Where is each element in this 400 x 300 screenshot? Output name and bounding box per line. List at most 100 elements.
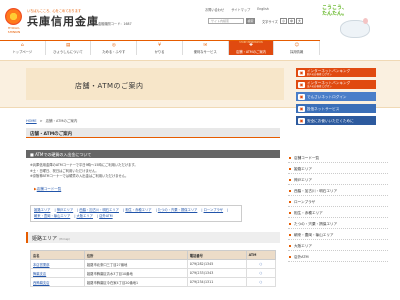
fund-icon: ▣ — [298, 105, 305, 112]
densai-icon: ▣ — [298, 93, 305, 100]
promo-label: 安全にお使いいただくために — [307, 118, 354, 123]
sidebar-item[interactable]: ローンプラザ — [288, 196, 388, 207]
promo-button-1[interactable]: ▣ インターネットバンキング 法人のお客様 ログオン — [296, 80, 376, 89]
branch-name[interactable]: 西飾磨支店 — [30, 277, 85, 287]
branch-table: 店名 住所 電話番号 ATM 本店営業部 姫路市北条口三丁目27番地 079(282… — [30, 250, 277, 287]
font-size-small-button[interactable]: 小 — [280, 18, 287, 24]
area-link[interactable]: 相生・赤穂エリア — [125, 208, 151, 212]
nav-item-0[interactable]: ⌂ トップページ — [0, 41, 46, 55]
bank-logo-icon[interactable] — [5, 8, 22, 25]
sidebar-item[interactable]: 姫路エリア — [288, 163, 388, 174]
ib-icon: ▣ — [298, 69, 305, 76]
breadcrumb-current: 店舗・ATMのご案内 — [45, 119, 78, 123]
main-nav: ⌂ トップページ ▤ ひょうしんについて ◎ ためる・ふやす ¥ かりる ✉ 便利なサービス STO… — [0, 40, 321, 55]
breadcrumb-separator: > — [39, 119, 43, 123]
sidebar-item[interactable]: 店外ATM — [288, 251, 388, 262]
service-icon: ✉ — [203, 43, 208, 48]
util-link-english[interactable]: English — [257, 7, 269, 12]
branch-atm[interactable]: ○ — [245, 277, 277, 287]
branch-phone: 079(234)1311 — [186, 277, 247, 287]
nav-item-label: ひょうしんについて — [53, 50, 83, 54]
area-link[interactable]: 朝来・豊岡・篠山エリア — [34, 214, 70, 218]
area-link[interactable]: 西脇・加古川・明石エリア — [79, 208, 119, 212]
area-link[interactable]: たつの・宍粟・揖保エリア — [158, 208, 198, 212]
nav-item-label: ためる・ふやす — [102, 50, 126, 54]
table-row: 西飾磨支店 姫路市飾磨区今在家4丁目20番地1 079(234)1311 ○ — [30, 277, 277, 287]
mascot-speech: こうこう、 たんたん。 — [322, 5, 348, 17]
sidebar-item[interactable]: 神戸エリア — [288, 174, 388, 185]
sidebar-item[interactable]: 西脇・加古川・明石エリア — [288, 185, 388, 196]
search-input[interactable]: サイト内検索 — [208, 18, 244, 24]
branch-name[interactable]: 飾磨支店 — [30, 268, 85, 278]
nav-item-5[interactable]: STORE INFORMATION ✚ 店舗・ATMのご案内 — [228, 41, 275, 55]
area-link[interactable]: 姫路エリア — [34, 208, 50, 212]
utility-links: お問い合わせ サイトマップ English — [205, 7, 269, 12]
ib-corp-icon: ▣ — [298, 81, 305, 88]
bank-name[interactable]: 兵庫信用金庫 — [27, 13, 99, 29]
map-icon: ✚ — [249, 43, 253, 48]
branch-address: 姫路市飾磨区今在家4丁目20番地1 — [83, 277, 188, 287]
promo-button-4[interactable]: ▣ 安全にお使いいただくために — [296, 116, 376, 125]
util-link-sitemap[interactable]: サイトマップ — [231, 7, 250, 12]
sidebar-item[interactable]: 相生・赤穂エリア — [288, 207, 388, 218]
column-header-name: 店名 — [30, 250, 85, 260]
util-link-contact[interactable]: お問い合わせ — [205, 7, 224, 12]
sidebar-item[interactable]: 大阪エリア — [288, 240, 388, 251]
building-icon: ▤ — [65, 43, 71, 48]
branch-phone: 079(233)1343 — [186, 268, 247, 278]
sidebar-area-list: 店舗コード一覧 姫路エリア 神戸エリア 西脇・加古川・明石エリア ローンプラザ 相生・赤穂… — [288, 152, 388, 262]
promo-label: 投信ネットサービス — [307, 106, 340, 111]
area-link-list: 姫路エリア | 神戸エリア | 西脇・加古川・明石エリア | 相生・赤穂エリア … — [30, 205, 242, 222]
banner-title: 店舗・ATMのご案内 — [75, 82, 144, 90]
branch-atm[interactable]: ○ — [245, 268, 277, 278]
banner-box — [26, 68, 284, 100]
logo-subtext: HYOGO-SHINKIN — [7, 26, 21, 34]
coin-notice: ※兵庫信用金庫のATMコーナーで平日9時～15時にご利用いただけます。 ※土・日… — [30, 163, 276, 180]
home-icon: ⌂ — [20, 43, 24, 48]
nav-item-label: トップページ — [12, 50, 33, 54]
breadcrumb: HOME > 店舗・ATMのご案内 — [26, 119, 77, 124]
notice-line: ※京阪神ATMコーナーでは硬貨の入出金はご利用いただけません。 — [30, 174, 129, 178]
nav-item-1[interactable]: ▤ ひょうしんについて — [45, 41, 92, 55]
page-title: 店舗・ATMのご案内 — [26, 128, 280, 138]
area-link[interactable]: 神戸エリア — [57, 208, 73, 212]
piggy-bank-mascot-icon — [340, 18, 370, 38]
branch-address: 姫路市飾磨区清水3丁目10番地 — [83, 268, 188, 278]
column-header-phone: 電話番号 — [186, 250, 247, 260]
promo-button-0[interactable]: ▣ インターネットバンキング 個人のお客様 ログオン — [296, 68, 376, 77]
section-heading: ATMでの硬貨の入出金について — [26, 150, 280, 158]
font-size-medium-button[interactable]: 中 — [288, 18, 295, 24]
nav-item-label: かりる — [154, 50, 165, 54]
area-link[interactable]: 店外ATM — [99, 214, 112, 218]
area-heading-sub: (Himeji) — [59, 236, 71, 241]
font-size-large-button[interactable]: 大 — [296, 18, 303, 24]
promo-button-2[interactable]: ▣ でんさいネットログイン — [296, 92, 376, 101]
nav-item-3[interactable]: ¥ かりる — [137, 41, 183, 55]
sidebar-item[interactable]: たつの・宍粟・揖保エリア — [288, 218, 388, 229]
column-header-address: 住所 — [83, 250, 188, 260]
nav-item-label: 店舗・ATMのご案内 — [235, 50, 266, 54]
nav-item-2[interactable]: ◎ ためる・ふやす — [91, 41, 138, 55]
search-button[interactable]: 検索 — [246, 18, 255, 24]
column-header-atm: ATM — [245, 250, 277, 260]
branch-atm[interactable]: ○ — [245, 259, 277, 269]
coin-icon: ¥ — [158, 43, 161, 48]
shield-icon: ▣ — [298, 117, 305, 124]
breadcrumb-home[interactable]: HOME — [26, 119, 37, 124]
area-link[interactable]: 大阪エリア — [76, 214, 92, 218]
sidebar-item[interactable]: 店舗コード一覧 — [288, 152, 388, 163]
sidebar-item[interactable]: 朝来・豊岡・篠山エリア — [288, 229, 388, 240]
area-link[interactable]: ローンプラザ — [204, 208, 224, 212]
table-row: 本店営業部 姫路市北条口三丁目27番地 079(282)1345 ○ — [30, 259, 277, 269]
nav-item-6[interactable]: ☺ 採用情報 — [274, 41, 321, 55]
branch-name[interactable]: 本店営業部 — [30, 259, 85, 269]
nav-item-label: 採用情報 — [290, 50, 304, 54]
branch-address: 姫路市北条口三丁目27番地 — [83, 259, 188, 269]
store-code-list-link[interactable]: 店舗コード一覧 — [34, 187, 62, 192]
bank-code: 金融機関コード：1687 — [98, 22, 132, 26]
table-header-row: 店名 住所 電話番号 ATM — [30, 250, 277, 260]
nav-item-4[interactable]: ✉ 便利なサービス — [182, 41, 229, 55]
font-size-label: 文字サイズ — [262, 20, 278, 24]
nav-item-label: 便利なサービス — [193, 50, 217, 54]
promo-button-3[interactable]: ▣ 投信ネットサービス — [296, 104, 376, 113]
